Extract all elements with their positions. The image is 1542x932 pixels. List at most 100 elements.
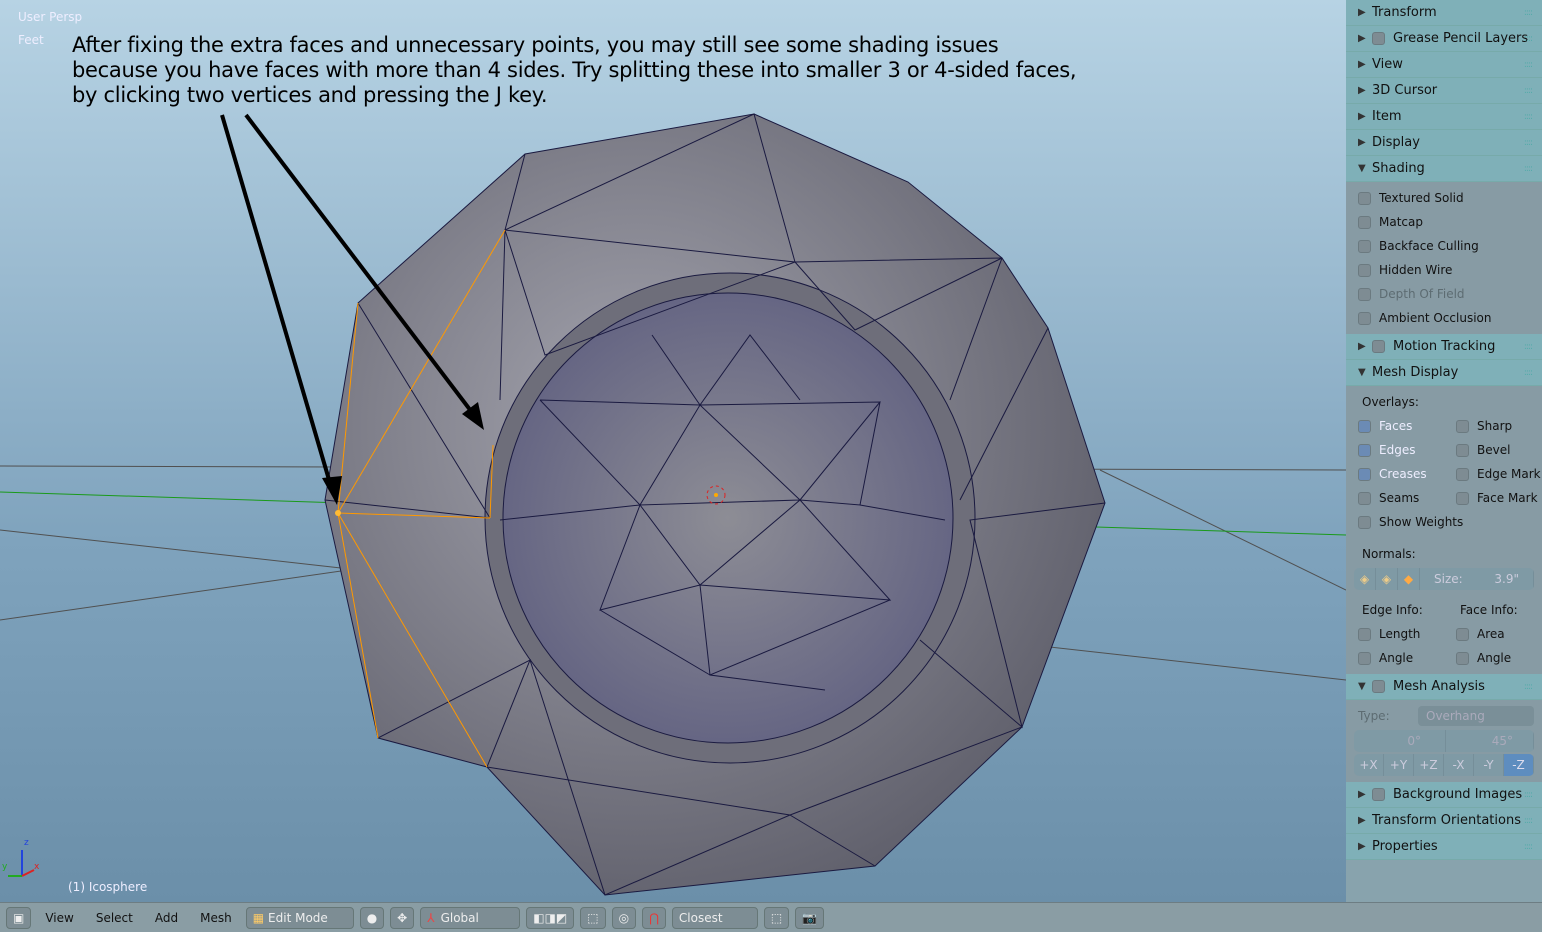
toggle-overlay[interactable]: Edges: [1346, 438, 1444, 462]
axis-button[interactable]: -Z: [1504, 754, 1534, 776]
checkbox[interactable]: [1358, 287, 1371, 301]
checkbox[interactable]: [1456, 491, 1469, 505]
drag-handle-icon[interactable]: ::::: [1524, 138, 1533, 148]
face-normals-icon[interactable]: ◆: [1398, 568, 1420, 590]
checkbox[interactable]: [1358, 239, 1371, 253]
toggle-shading-option[interactable]: Depth Of Field: [1346, 282, 1542, 306]
panel-header[interactable]: ▶ Item::::: [1346, 104, 1542, 130]
panel-header-mesh-display[interactable]: ▼ Mesh Display::::: [1346, 360, 1542, 386]
drag-handle-icon[interactable]: ::::: [1524, 816, 1533, 826]
checkbox[interactable]: [1358, 215, 1371, 229]
snap-target-dropdown[interactable]: Closest: [671, 906, 758, 929]
axis-button[interactable]: -X: [1444, 754, 1474, 776]
transform-orientation-dropdown[interactable]: ⅄ Global: [420, 906, 521, 929]
toggle-shading-option[interactable]: Backface Culling: [1346, 234, 1542, 258]
menu-view[interactable]: View: [37, 911, 81, 925]
toggle-overlay[interactable]: Sharp: [1444, 414, 1542, 438]
mesh-display-section: Overlays: Faces Sharp Edges Bevel Creases Edg…: [1346, 386, 1542, 674]
proportional-editing-button[interactable]: ◎: [611, 906, 637, 929]
menu-add[interactable]: Add: [147, 911, 186, 925]
split-normals-icon[interactable]: ◈: [1376, 568, 1398, 590]
checkbox[interactable]: [1456, 443, 1469, 457]
type-dropdown[interactable]: Overhang: [1418, 706, 1534, 726]
panel-header[interactable]: ▶ 3D Cursor::::: [1346, 78, 1542, 104]
checkbox[interactable]: [1358, 491, 1371, 505]
drag-handle-icon[interactable]: ::::: [1524, 8, 1533, 18]
drag-handle-icon[interactable]: ::::: [1524, 112, 1533, 122]
occlude-geometry-button[interactable]: ⬚: [580, 906, 606, 929]
drag-handle-icon[interactable]: ::::: [1524, 86, 1533, 96]
axis-button[interactable]: +Y: [1384, 754, 1414, 776]
checkbox[interactable]: [1358, 443, 1371, 457]
panel-header[interactable]: ▼ Shading::::: [1346, 156, 1542, 182]
toggle-overlay[interactable]: Bevel: [1444, 438, 1542, 462]
snap-options-button[interactable]: ⬚: [763, 906, 790, 929]
snap-toggle[interactable]: ⋂: [642, 906, 666, 929]
3d-viewport[interactable]: User Persp Feet After fixing the extra f…: [0, 0, 1346, 902]
toggle-overlay[interactable]: Seams: [1346, 486, 1444, 510]
panel-header[interactable]: ▶ View::::: [1346, 52, 1542, 78]
checkbox[interactable]: [1358, 191, 1371, 205]
toggle-overlay[interactable]: Edge Mark: [1444, 462, 1542, 486]
checkbox[interactable]: [1358, 467, 1371, 481]
drag-handle-icon[interactable]: ::::: [1524, 60, 1533, 70]
checkbox[interactable]: [1372, 32, 1385, 45]
toggle-shading-option[interactable]: Hidden Wire: [1346, 258, 1542, 282]
toggle-overlay[interactable]: Faces: [1346, 414, 1444, 438]
axis-button[interactable]: +X: [1354, 754, 1384, 776]
collapsed-arrow-icon: ▶: [1358, 111, 1366, 122]
mode-label: Edit Mode: [268, 910, 328, 925]
checkbox[interactable]: [1372, 788, 1385, 801]
select-mode-buttons[interactable]: ◧◨◩: [526, 906, 575, 929]
checkbox[interactable]: [1456, 419, 1469, 433]
panel-header[interactable]: ▶ Transform::::: [1346, 0, 1542, 26]
panel-header[interactable]: ▶ Transform Orientations::::: [1346, 808, 1542, 834]
type-label: Type:: [1358, 709, 1390, 723]
mode-dropdown[interactable]: ▦ Edit Mode: [245, 906, 354, 929]
normals-size-field[interactable]: Size: 3.9": [1420, 568, 1534, 590]
toggle-show-weights[interactable]: Show Weights: [1346, 510, 1542, 534]
viewport-shading-dropdown[interactable]: ●: [359, 906, 385, 929]
checkbox[interactable]: [1358, 419, 1371, 433]
opengl-render-button[interactable]: 📷: [795, 906, 825, 929]
panel-header[interactable]: ▶ Background Images::::: [1346, 782, 1542, 808]
label: Angle: [1477, 651, 1512, 665]
overhang-min-field[interactable]: 0°: [1354, 730, 1446, 752]
panel-header[interactable]: ▶ Properties::::: [1346, 834, 1542, 860]
toggle-overlay[interactable]: Creases: [1346, 462, 1444, 486]
pivot-point-dropdown[interactable]: ✥: [390, 906, 415, 929]
panel-header[interactable]: ▶ Grease Pencil Layers::::: [1346, 26, 1542, 52]
checkbox[interactable]: [1372, 340, 1385, 353]
toggle-face-area[interactable]: Area: [1444, 622, 1542, 646]
panel-header-motion-tracking[interactable]: ▶ Motion Tracking::::: [1346, 334, 1542, 360]
toggle-edge-angle[interactable]: Angle: [1346, 646, 1444, 670]
checkbox[interactable]: [1358, 263, 1371, 277]
axis-button[interactable]: +Z: [1414, 754, 1444, 776]
editor-type-button[interactable]: ▣: [6, 906, 32, 929]
checkbox[interactable]: [1358, 311, 1371, 325]
panel-header[interactable]: ▶ Display::::: [1346, 130, 1542, 156]
vertex-normals-icon[interactable]: ◈: [1354, 568, 1376, 590]
checkbox[interactable]: [1372, 680, 1385, 693]
toggle-edge-length[interactable]: Length: [1346, 622, 1444, 646]
toggle-shading-option[interactable]: Ambient Occlusion: [1346, 306, 1542, 330]
toggle-shading-option[interactable]: Matcap: [1346, 210, 1542, 234]
axis-button[interactable]: -Y: [1474, 754, 1504, 776]
toggle-shading-option[interactable]: Textured Solid: [1346, 186, 1542, 210]
toggle-overlay[interactable]: Face Mark: [1444, 486, 1542, 510]
manipulator-icon: ⅄: [427, 910, 435, 925]
menu-select[interactable]: Select: [88, 911, 141, 925]
drag-handle-icon[interactable]: ::::: [1524, 34, 1533, 44]
header-label: 3D Cursor: [1372, 83, 1438, 98]
orientation-label: Global: [440, 910, 479, 925]
drag-handle-icon[interactable]: ::::: [1524, 842, 1533, 852]
header-label: Motion Tracking: [1393, 339, 1496, 354]
checkbox[interactable]: [1456, 467, 1469, 481]
panel-header-mesh-analysis[interactable]: ▼ Mesh Analysis::::: [1346, 674, 1542, 700]
label: Ambient Occlusion: [1379, 311, 1492, 325]
menu-mesh[interactable]: Mesh: [192, 911, 240, 925]
drag-handle-icon[interactable]: ::::: [1524, 790, 1533, 800]
drag-handle-icon[interactable]: ::::: [1524, 164, 1533, 174]
toggle-face-angle[interactable]: Angle: [1444, 646, 1542, 670]
overhang-max-field[interactable]: 45°: [1446, 730, 1534, 752]
